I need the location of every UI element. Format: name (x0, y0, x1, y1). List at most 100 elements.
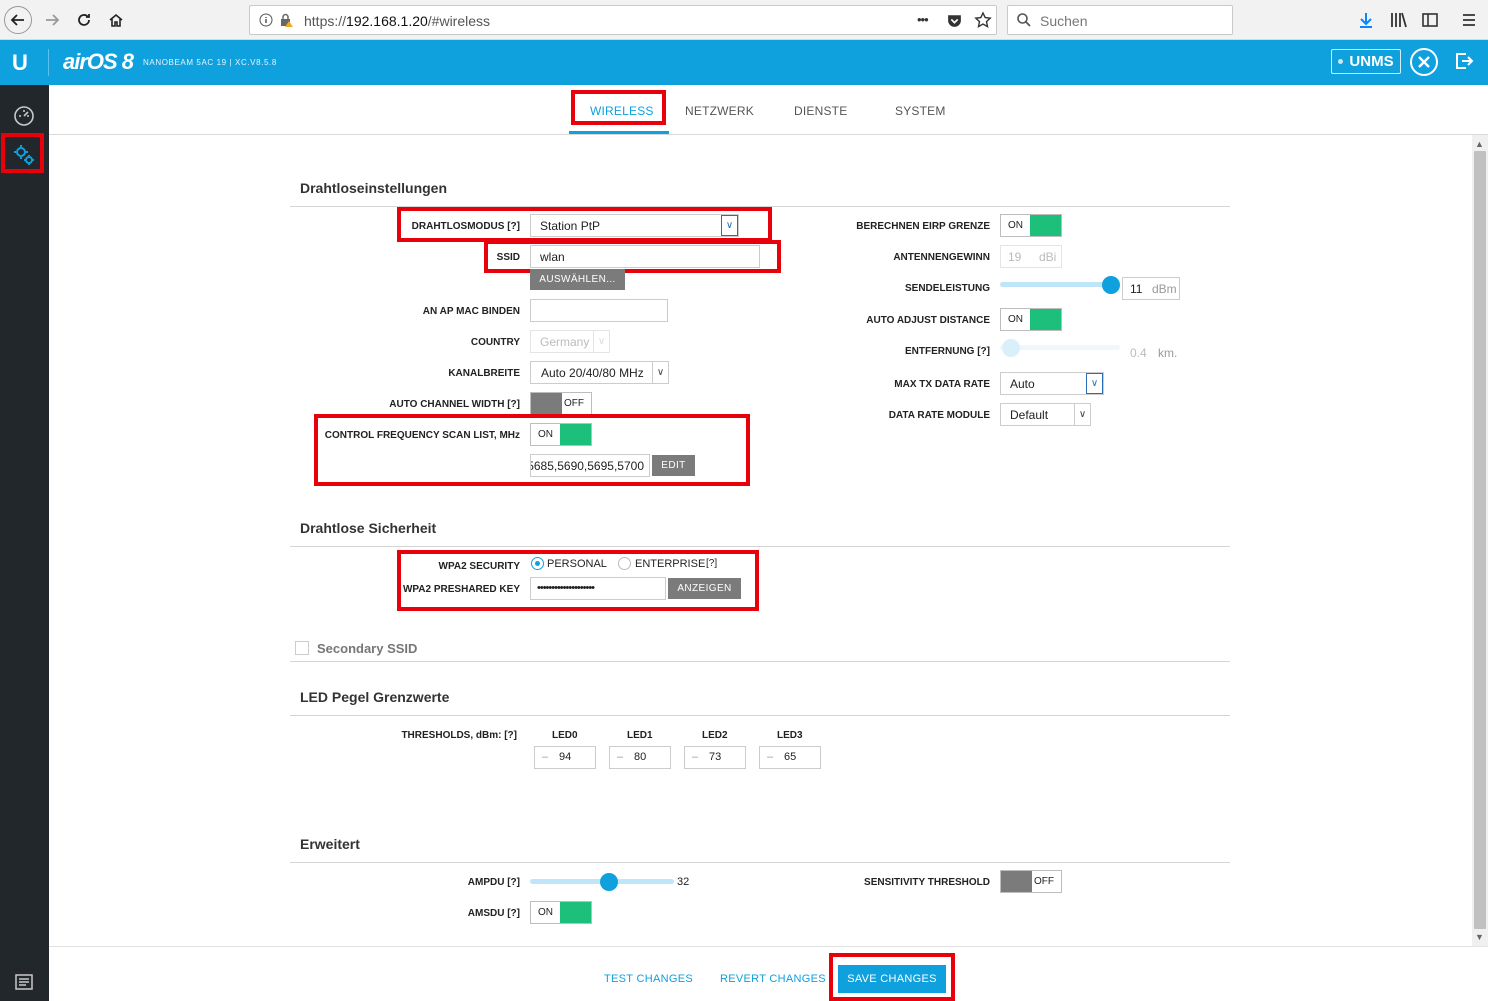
freq-scan-label: CONTROL FREQUENCY SCAN LIST, MHz (324, 430, 520, 441)
sidebar-toggle-icon[interactable] (1421, 11, 1439, 29)
scrollbar[interactable]: ▲ ▼ (1472, 135, 1488, 946)
menu-icon[interactable] (1461, 12, 1477, 28)
tab-netzwerk[interactable]: NETZWERK (685, 104, 754, 118)
tx-power-slider[interactable] (1000, 282, 1112, 287)
revert-changes-button[interactable]: REVERT CHANGES (720, 973, 826, 985)
url-text: https://192.168.1.20/#wireless (304, 13, 491, 29)
tools-icon[interactable] (1410, 48, 1438, 76)
mode-select[interactable]: Station PtP ∨ (530, 214, 739, 237)
scroll-up-icon[interactable]: ▲ (1475, 139, 1484, 149)
lock-warning-icon[interactable] (279, 12, 295, 28)
logout-icon[interactable] (1454, 51, 1474, 71)
tab-system[interactable]: SYSTEM (895, 104, 946, 118)
ampdu-label: AMPDU [?] (467, 877, 520, 888)
led1-input[interactable]: –80 (609, 746, 671, 769)
chevron-down-icon: ∨ (721, 215, 738, 236)
tab-dienste[interactable]: DIENSTE (794, 104, 847, 118)
sensitivity-toggle[interactable]: OFF (1000, 870, 1062, 893)
auto-channel-toggle[interactable]: OFF (530, 392, 592, 415)
unms-button[interactable]: UNMS (1331, 49, 1401, 74)
rate-module-select[interactable]: Default ∨ (1000, 403, 1091, 426)
show-key-button[interactable]: ANZEIGEN (668, 578, 741, 599)
led3-input[interactable]: –65 (759, 746, 821, 769)
divider (290, 715, 1230, 716)
library-icon[interactable] (1389, 11, 1407, 29)
toggle-knob (1001, 871, 1032, 892)
header-divider (48, 49, 49, 76)
eirp-label: BERECHNEN EIRP GRENZE (856, 221, 990, 232)
dashboard-icon[interactable] (13, 105, 35, 127)
country-label: COUNTRY (470, 337, 520, 348)
ampdu-slider-handle[interactable] (600, 873, 618, 891)
mode-value: Station PtP (540, 219, 601, 233)
minus-sign: – (542, 751, 549, 763)
status-dot (1338, 59, 1344, 64)
reload-button[interactable] (70, 6, 98, 34)
toggle-state: ON (538, 907, 553, 918)
personal-label[interactable]: PERSONAL (547, 558, 607, 570)
amsdu-toggle[interactable]: ON (530, 901, 592, 924)
back-button[interactable] (4, 6, 32, 34)
url-bar[interactable]: https://192.168.1.20/#wireless ••• (249, 5, 997, 35)
search-placeholder: Suchen (1040, 13, 1088, 29)
wpa2-security-label: WPA2 SECURITY (438, 561, 521, 572)
led2-input[interactable]: –73 (684, 746, 746, 769)
radio-enterprise[interactable] (618, 557, 631, 570)
scroll-down-icon[interactable]: ▼ (1475, 932, 1484, 942)
ubiquiti-logo[interactable]: U (12, 50, 28, 76)
toggle-knob (531, 393, 562, 414)
tx-power-value: 11 (1130, 282, 1143, 296)
freq-scan-input[interactable]: 5685,5690,5695,5700 (530, 454, 650, 477)
save-changes-button[interactable]: SAVE CHANGES (838, 965, 946, 993)
select-ssid-button[interactable]: AUSWÄHLEN... (530, 269, 625, 290)
tab-wireless[interactable]: WIRELESS (590, 104, 654, 118)
secondary-ssid-label[interactable]: Secondary SSID (317, 641, 417, 656)
led2-label: LED2 (702, 730, 728, 741)
tab-active-indicator (569, 131, 669, 134)
settings-icon[interactable] (12, 143, 36, 167)
freq-scan-toggle[interactable]: ON (530, 423, 592, 446)
test-changes-button[interactable]: TEST CHANGES (604, 973, 693, 985)
eirp-toggle[interactable]: ON (1000, 214, 1062, 237)
section-advanced: Erweitert (300, 836, 360, 852)
radio-personal[interactable] (531, 557, 544, 570)
toggle-knob (1030, 309, 1061, 330)
edit-freq-button[interactable]: EDIT (652, 455, 695, 476)
scroll-thumb[interactable] (1474, 151, 1486, 929)
info-icon[interactable] (259, 13, 273, 27)
channel-width-select[interactable]: Auto 20/40/80 MHz ∨ (530, 361, 669, 384)
bookmark-star-icon[interactable] (974, 11, 992, 29)
home-button[interactable] (102, 6, 130, 34)
distance-input[interactable]: 0.4 km. (1122, 341, 1180, 364)
thresholds-label: THRESHOLDS, dBm: [?] (401, 730, 517, 741)
tx-power-slider-handle[interactable] (1102, 276, 1120, 294)
minus-sign: – (617, 751, 624, 763)
secondary-ssid-checkbox[interactable] (295, 641, 309, 655)
ap-mac-input[interactable] (530, 299, 668, 322)
antenna-gain-input[interactable]: 19 dBi (1000, 245, 1062, 268)
help-link[interactable]: [?] (706, 558, 717, 569)
auto-distance-toggle[interactable]: ON (1000, 308, 1062, 331)
toggle-state: ON (1008, 314, 1023, 325)
ssid-input[interactable]: wlan (530, 245, 760, 268)
section-wireless-security: Drahtlose Sicherheit (300, 520, 437, 536)
antenna-gain-unit: dBi (1039, 250, 1057, 264)
led0-input[interactable]: –94 (534, 746, 596, 769)
log-icon[interactable] (15, 974, 33, 990)
distance-slider-handle[interactable] (1002, 339, 1020, 357)
pocket-icon[interactable] (946, 12, 963, 29)
psk-input[interactable]: •••••••••••••••••••• (530, 577, 666, 600)
chevron-down-icon: ∨ (1074, 404, 1090, 425)
max-rate-select[interactable]: Auto ∨ (1000, 372, 1104, 395)
divider (290, 862, 1230, 863)
tx-power-input[interactable]: 11 dBm (1122, 277, 1180, 300)
enterprise-label[interactable]: ENTERPRISE (635, 558, 705, 570)
search-bar[interactable]: Suchen (1007, 5, 1233, 35)
toggle-state: ON (1008, 220, 1023, 231)
download-icon[interactable] (1357, 11, 1375, 29)
section-led-thresholds: LED Pegel Grenzwerte (300, 689, 450, 705)
country-select[interactable]: Germany ∨ (530, 330, 610, 353)
browser-toolbar: https://192.168.1.20/#wireless ••• Suche… (0, 0, 1488, 40)
forward-button[interactable] (38, 6, 66, 34)
page-actions-icon[interactable]: ••• (917, 12, 929, 27)
